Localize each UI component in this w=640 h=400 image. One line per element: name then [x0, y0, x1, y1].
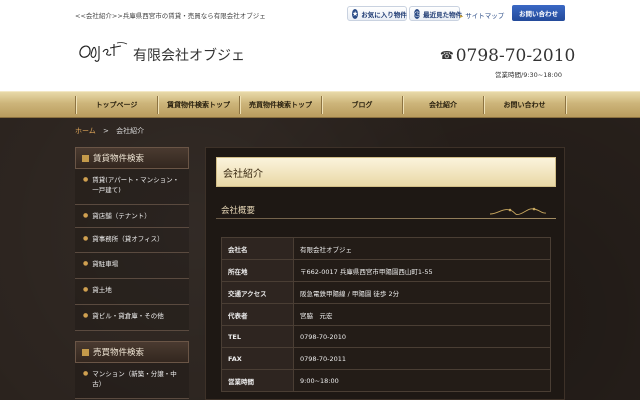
bullet-icon: ●	[83, 176, 89, 183]
sidebar-item-label: 貸土地	[92, 286, 112, 294]
sidebar-item-label: 賃貸(アパート・マンション・一戸建て)	[92, 176, 180, 194]
breadcrumb-separator: >	[103, 127, 109, 135]
square-bullet-icon	[82, 154, 89, 162]
info-key: TEL	[221, 325, 294, 348]
sitemap-link[interactable]: ▸ サイトマップ	[460, 10, 504, 20]
sidebar-item-rent-office[interactable]: ● 貸事務所（貸オフィス）	[75, 228, 189, 253]
sidebar-item-rent-other[interactable]: ● 貸ビル・貸倉庫・その他	[75, 305, 189, 331]
arrow-right-icon: ▸	[460, 12, 464, 20]
recent-label: 最近見た物件	[423, 10, 463, 19]
info-key: 交通アクセス	[221, 281, 294, 304]
info-key: 代表者	[221, 303, 294, 326]
table-row: FAX 0798-70-2011	[221, 347, 551, 370]
square-bullet-icon	[82, 348, 89, 356]
sidebar-item-label: 貸事務所（貸オフィス）	[92, 235, 164, 243]
bullet-icon: ●	[83, 212, 89, 219]
bullet-icon: ●	[83, 260, 89, 267]
sidebar-item-label: マンション（新築・分譲・中古）	[92, 370, 177, 388]
info-key: FAX	[221, 347, 294, 370]
table-row: 交通アクセス 阪急電鉄甲陽線 / 甲陽園 徒歩 2分	[221, 281, 551, 304]
breadcrumb-current: 会社紹介	[116, 127, 145, 135]
sitemap-label: サイトマップ	[465, 12, 505, 20]
flourish-ornament-icon	[488, 204, 548, 218]
section-divider	[216, 218, 556, 219]
company-name: 有限会社オブジェ	[133, 48, 245, 64]
info-value: 0798-70-2010	[293, 325, 551, 348]
info-value: 阪急電鉄甲陽線 / 甲陽園 徒歩 2分	[293, 281, 551, 304]
page-title: 会社紹介	[216, 157, 556, 187]
nav-item-contact[interactable]: お問い合わせ	[484, 92, 565, 117]
nav-item-sale-search[interactable]: 売買物件検索トップ	[240, 92, 321, 117]
sidebar-item-label: 貸ビル・貸倉庫・その他	[92, 312, 164, 320]
business-hours: 営業時間/9:30~18:00	[495, 71, 562, 79]
bullet-icon: ●	[83, 286, 89, 293]
recent-button[interactable]: ◷ 最近見た物件	[409, 6, 463, 21]
favorites-label: お気に入り物件	[361, 10, 407, 19]
sidebar-item-rent-land[interactable]: ● 貸土地	[75, 279, 189, 305]
info-value: 宮脇 元宏	[293, 303, 551, 326]
nav-item-blog[interactable]: ブログ	[322, 92, 402, 117]
nav-divider	[565, 96, 566, 114]
info-value: 9:00~18:00	[293, 369, 551, 392]
table-row: 会社名 有限会社オブジェ	[221, 237, 551, 260]
table-row: 代表者 宮脇 元宏	[221, 303, 551, 326]
phone-icon: ☎	[440, 49, 454, 62]
info-key: 会社名	[221, 237, 294, 260]
sale-search-heading: 売買物件検索	[75, 341, 189, 363]
bullet-icon: ●	[83, 312, 89, 319]
section-title: 会社概要	[221, 206, 256, 216]
sidebar-item-rent-store[interactable]: ● 貸店舗（テナント）	[75, 205, 189, 228]
clock-icon: ◷	[414, 8, 421, 19]
table-row: TEL 0798-70-2010	[221, 325, 551, 348]
nav-item-company[interactable]: 会社紹介	[403, 92, 483, 117]
nav-item-top[interactable]: トップページ	[76, 92, 157, 117]
breadcrumb-home[interactable]: ホーム	[75, 127, 96, 135]
header-phone: ☎ 0798-70-2010	[440, 46, 575, 66]
info-value: 0798-70-2011	[293, 347, 551, 370]
main-content: 会社紹介 会社概要 会社名 有限会社オブジェ 所在地 〒662-0017 兵庫県…	[205, 147, 565, 400]
breadcrumb: ホーム > 会社紹介	[75, 126, 144, 136]
bullet-icon: ●	[83, 370, 89, 377]
star-icon: ★	[352, 8, 359, 19]
table-row: 営業時間 9:00~18:00	[221, 369, 551, 392]
page-tagline: <<会社紹介>>兵庫県西宮市の賃貸・売買なら有限会社オブジェ	[75, 12, 266, 20]
favorites-button[interactable]: ★ お気に入り物件	[347, 6, 407, 21]
top-bar: <<会社紹介>>兵庫県西宮市の賃貸・売買なら有限会社オブジェ ★ お気に入り物件…	[0, 0, 640, 28]
info-key: 営業時間	[221, 369, 294, 392]
sidebar: 賃貸物件検索 ● 賃貸(アパート・マンション・一戸建て) ● 貸店舗（テナント）…	[75, 147, 189, 399]
bullet-icon: ●	[83, 235, 89, 242]
main-nav: トップページ 賃貸物件検索トップ 売買物件検索トップ ブログ 会社紹介 お問い合…	[0, 91, 640, 118]
info-key: 所在地	[221, 259, 294, 282]
sidebar-item-sale-mansion[interactable]: ● マンション（新築・分譲・中古）	[75, 363, 189, 399]
sidebar-item-label: 貸駐車場	[92, 260, 119, 268]
info-value: 有限会社オブジェ	[293, 237, 551, 260]
info-value: 〒662-0017 兵庫県西宮市甲陽園西山町1-55	[293, 259, 551, 282]
rent-search-heading-label: 賃貸物件検索	[93, 154, 145, 164]
sale-search-heading-label: 売買物件検索	[93, 348, 145, 358]
sidebar-item-label: 貸店舗（テナント）	[92, 212, 151, 220]
table-row: 所在地 〒662-0017 兵庫県西宮市甲陽園西山町1-55	[221, 259, 551, 282]
sidebar-item-rent-residential[interactable]: ● 賃貸(アパート・マンション・一戸建て)	[75, 169, 189, 205]
company-info-table: 会社名 有限会社オブジェ 所在地 〒662-0017 兵庫県西宮市甲陽園西山町1…	[221, 237, 551, 392]
sale-search-list: ● マンション（新築・分譲・中古）	[75, 363, 189, 399]
phone-number: 0798-70-2010	[455, 46, 576, 66]
company-logo[interactable]	[77, 40, 129, 64]
sidebar-item-rent-parking[interactable]: ● 貸駐車場	[75, 253, 189, 279]
rent-search-heading: 賃貸物件検索	[75, 147, 189, 169]
nav-item-rent-search[interactable]: 賃貸物件検索トップ	[158, 92, 239, 117]
rent-search-list: ● 賃貸(アパート・マンション・一戸建て) ● 貸店舗（テナント） ● 貸事務所…	[75, 169, 189, 331]
contact-top-button[interactable]: お問い合わせ	[512, 5, 565, 21]
